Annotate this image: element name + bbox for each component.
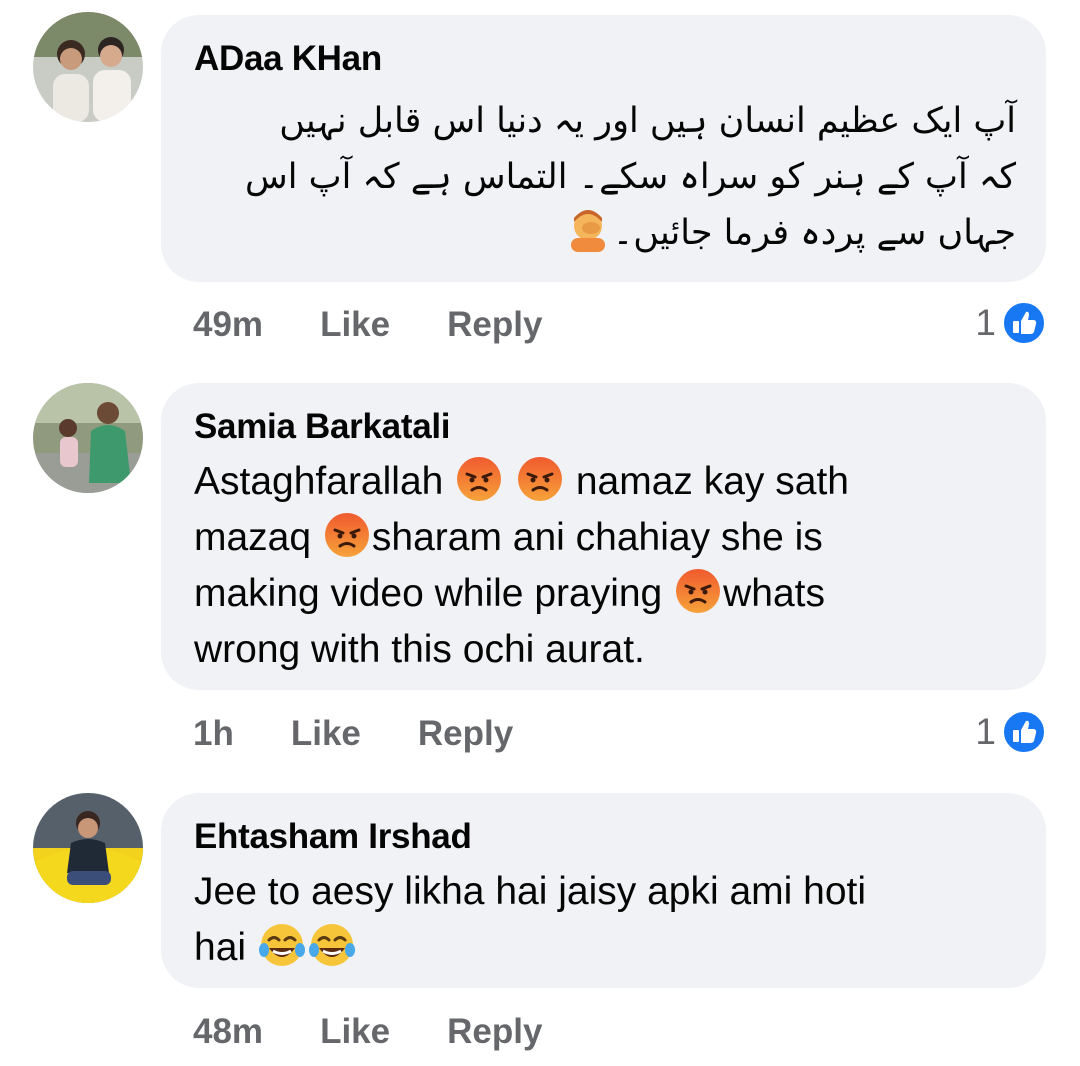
angry-face-icon: [517, 456, 563, 502]
comment-text-segment: namaz kay sath: [565, 460, 849, 503]
tears-of-joy-icon: [308, 922, 355, 968]
like-button[interactable]: Like: [320, 305, 390, 345]
comment-text-line: آپ ایک عظیم انسان ہیں اور یہ دنیا اس قاب…: [279, 101, 1016, 141]
comment-bubble: Ehtasham Irshad Jee to aesy likha hai ja…: [161, 793, 1046, 988]
angry-face-icon: [675, 568, 721, 614]
comment-text-line: Jee to aesy likha hai jaisy apki ami hot…: [194, 870, 867, 913]
comment-text-line: hai: [194, 920, 1016, 976]
comment-text-segment: جہاں سے پردہ فرما جائیں۔: [612, 213, 1016, 253]
reply-button[interactable]: Reply: [418, 714, 513, 754]
comment-author[interactable]: Samia Barkatali: [194, 407, 451, 447]
tears-of-joy-icon: [258, 922, 305, 968]
angry-face-icon: [324, 512, 370, 558]
like-reaction-icon: [1002, 710, 1046, 754]
like-button[interactable]: Like: [320, 1012, 390, 1052]
like-reaction-icon: [1002, 301, 1046, 345]
comment-actions: 48m Like Reply: [193, 1007, 542, 1057]
reaction-count: 1: [975, 711, 996, 752]
person-facepalming-icon: [565, 206, 611, 252]
reply-button[interactable]: Reply: [447, 1012, 542, 1052]
comment-text-line: making video while praying whats: [194, 566, 1016, 622]
reply-button[interactable]: Reply: [447, 305, 542, 345]
reaction-summary[interactable]: 1: [975, 707, 1046, 757]
comment-author[interactable]: Ehtasham Irshad: [194, 817, 472, 857]
avatar[interactable]: [33, 383, 143, 493]
comment-text: Jee to aesy likha hai jaisy apki ami hot…: [194, 864, 1016, 976]
comment-actions: 1h Like Reply: [193, 709, 513, 759]
comment-text-segment: whats: [723, 572, 825, 615]
comment-text: آپ ایک عظیم انسان ہیں اور یہ دنیا اس قاب…: [194, 93, 1016, 261]
comment-text-segment: sharam ani chahiay she is: [371, 516, 823, 559]
comment-text-segment: hai: [194, 926, 257, 969]
reaction-summary[interactable]: 1: [975, 298, 1046, 348]
comment-text-line: جہاں سے پردہ فرما جائیں۔: [194, 205, 1016, 261]
comment-text-line: Astaghfarallah namaz kay sath: [194, 454, 1016, 510]
angry-face-icon: [456, 456, 502, 502]
comment-timestamp[interactable]: 49m: [193, 305, 263, 345]
comment-text-segment: making video while praying: [194, 572, 674, 615]
comment-bubble: ADaa KHan آپ ایک عظیم انسان ہیں اور یہ د…: [161, 15, 1046, 282]
comment-actions: 49m Like Reply: [193, 300, 542, 350]
comment-text-segment: Astaghfarallah: [194, 460, 455, 503]
comment-text-segment: mazaq: [194, 516, 322, 559]
comment-text-line: mazaq sharam ani chahiay she is: [194, 510, 1016, 566]
comment-text: Astaghfarallah namaz kay sath mazaq shar…: [194, 454, 1016, 678]
comment-bubble: Samia Barkatali Astaghfarallah namaz kay…: [161, 383, 1046, 690]
comment-text-segment: [504, 460, 515, 503]
comment-author[interactable]: ADaa KHan: [194, 39, 382, 79]
comment-text-line: wrong with this ochi aurat.: [194, 628, 645, 671]
avatar[interactable]: [33, 793, 143, 903]
like-button[interactable]: Like: [291, 714, 361, 754]
comment-text-line: کہ آپ کے ہنر کو سراہ سکے۔ التماس ہے کہ آ…: [245, 157, 1016, 197]
avatar[interactable]: [33, 12, 143, 122]
comment-timestamp[interactable]: 48m: [193, 1012, 263, 1052]
reaction-count: 1: [975, 302, 996, 343]
comment-timestamp[interactable]: 1h: [193, 714, 234, 754]
